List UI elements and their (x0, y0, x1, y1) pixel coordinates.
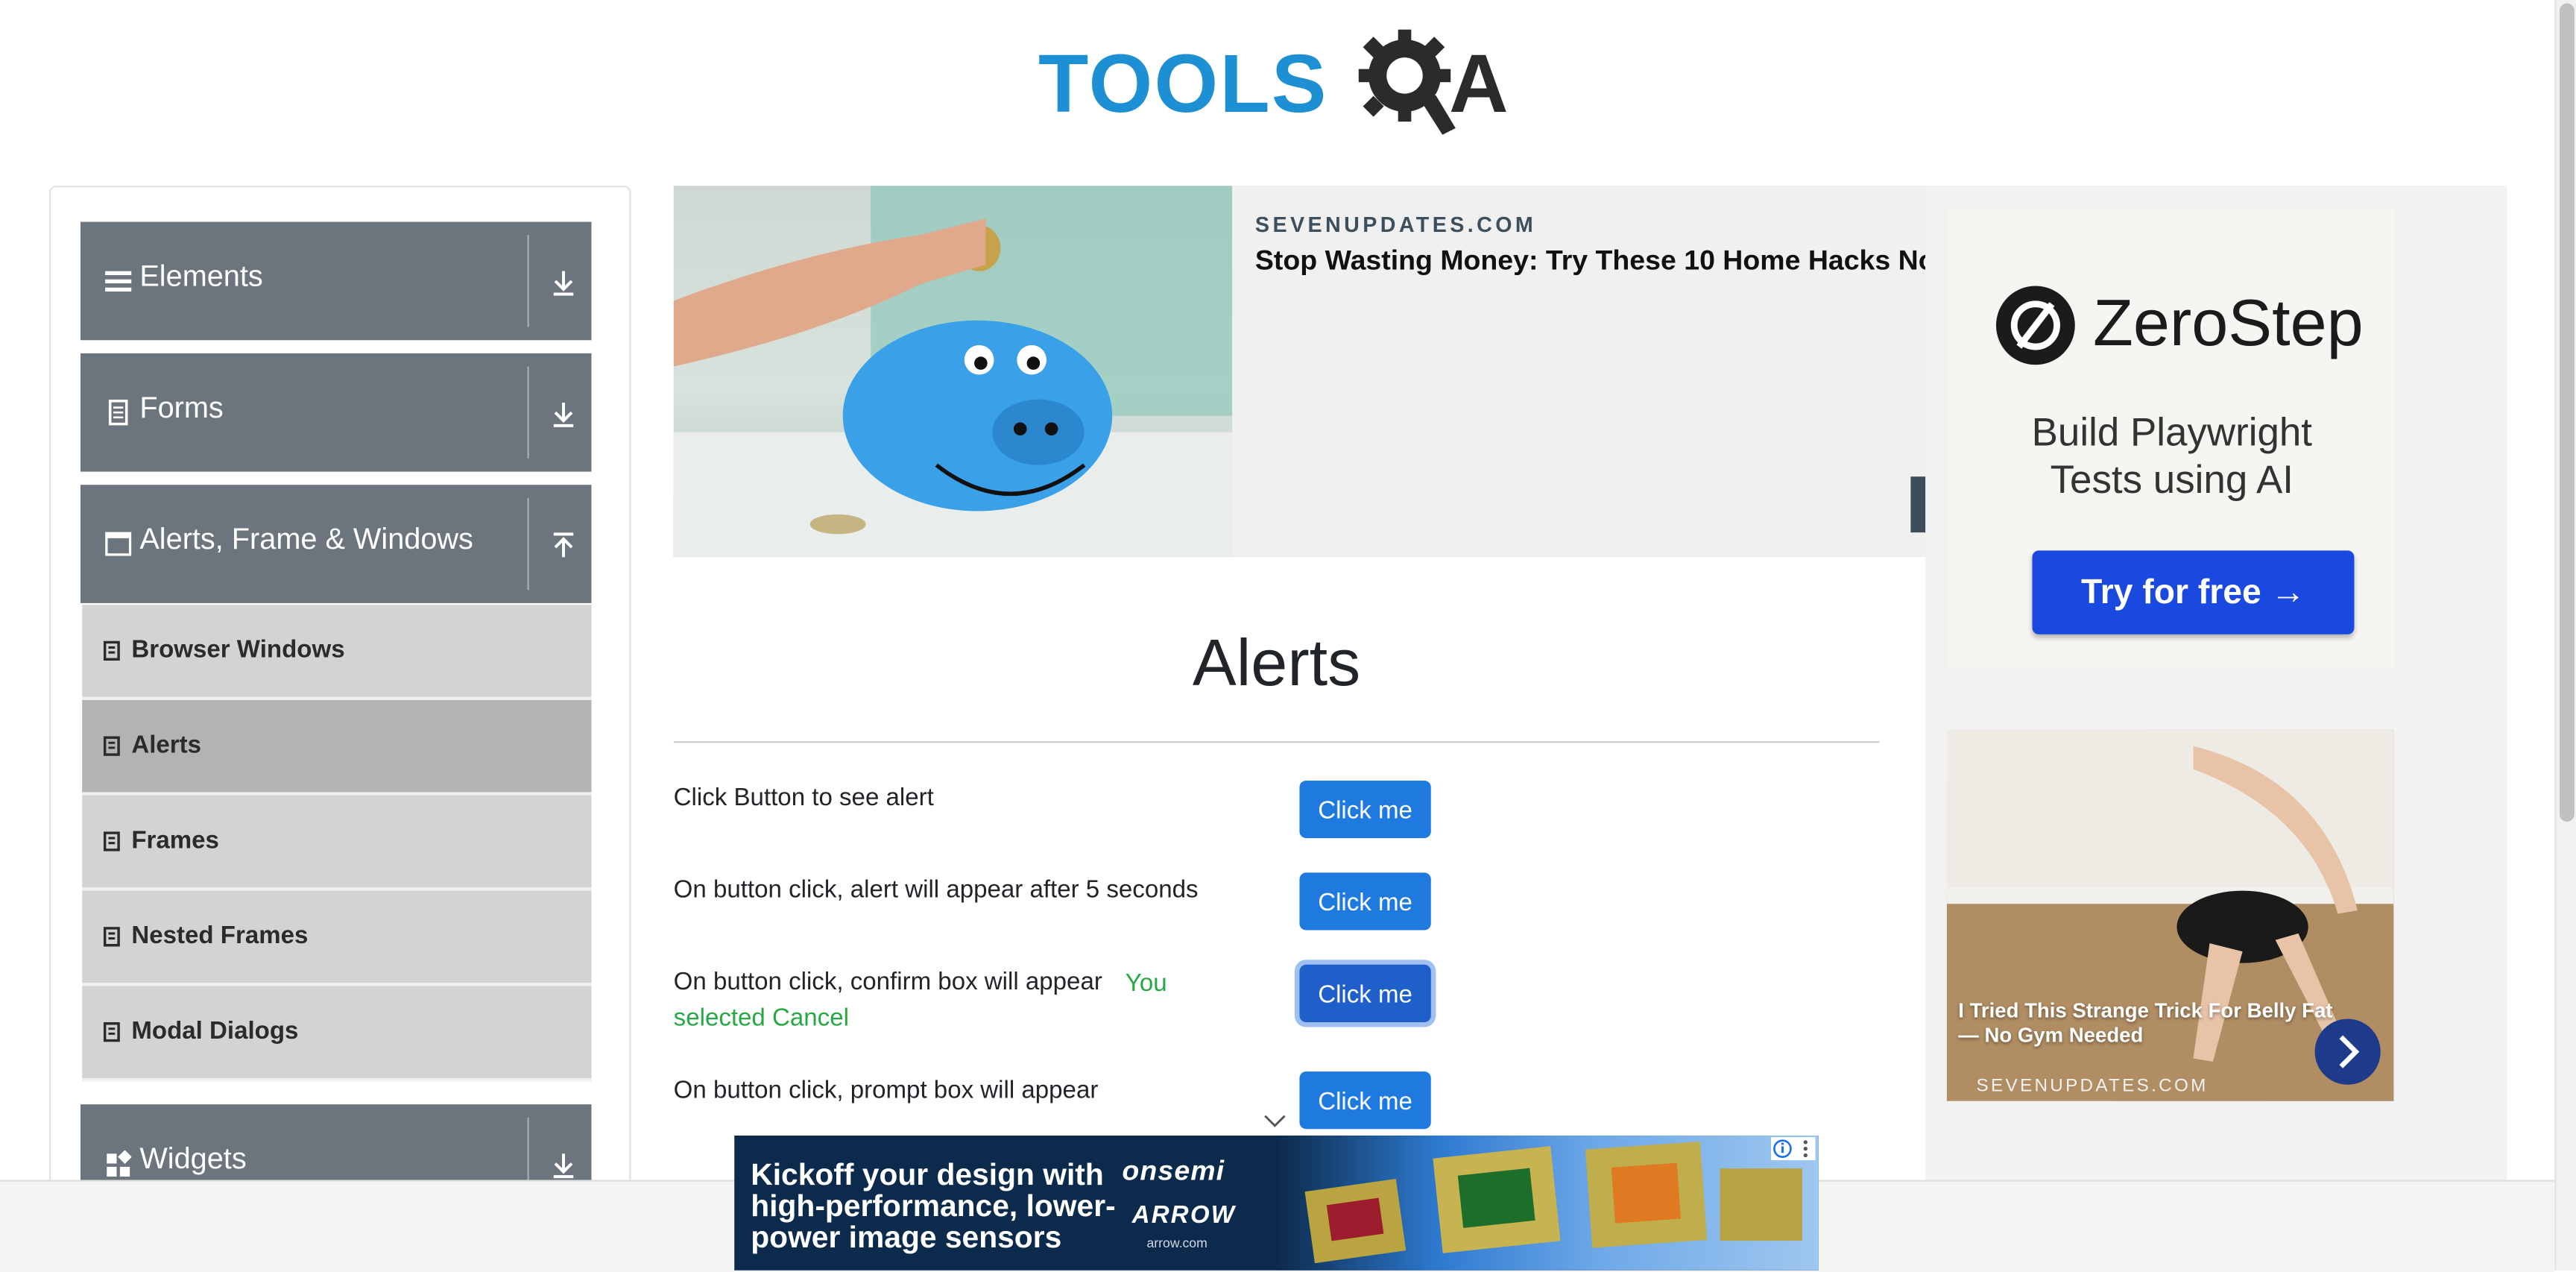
tagline-line: Tests using AI (2050, 458, 2294, 503)
chevron-right-icon (2339, 1035, 2360, 1068)
ad-domain: SEVENUPDATES.COM (1254, 212, 1537, 237)
sidebar-item-frames[interactable]: Frames (82, 795, 592, 891)
arrow-domain: arrow.com (1146, 1235, 1208, 1251)
toolsqa-logo[interactable]: TOOLS A (1038, 19, 1521, 138)
sidebar-group-label: Forms (139, 391, 224, 424)
sidebar-group-forms[interactable]: Forms (80, 353, 592, 472)
ad-title: I Tried This Strange Trick For Belly Fat… (1958, 999, 2333, 1048)
window-icon (105, 532, 132, 556)
page-title: Alerts (1192, 627, 1361, 700)
belly-fat-ad[interactable]: I Tried This Strange Trick For Belly Fat… (1946, 729, 2394, 1101)
zerostep-tagline: Build Playwright Tests using AI (1948, 409, 2396, 505)
zerostep-logo-icon (1995, 286, 2075, 365)
page-scrollbar[interactable] (2554, 0, 2576, 1271)
confirm-result-text-continued: selected Cancel (673, 1004, 849, 1033)
ad-image-sensors (1276, 1136, 1819, 1271)
title-divider (673, 741, 1880, 743)
list-item-icon (103, 640, 120, 661)
tagline-line: Build Playwright (2031, 411, 2312, 456)
timer-alert-row-label: On button click, alert will appear after… (673, 875, 1199, 904)
collapse-arrow-icon[interactable] (550, 531, 576, 561)
bottom-advertisement[interactable]: Kickoff your design with high-performanc… (734, 1136, 1819, 1271)
next-arrow-button[interactable] (2314, 1018, 2381, 1085)
sidebar-group-label: Elements (139, 259, 263, 293)
right-advertisement: ZeroStep Build Playwright Tests using AI… (1925, 186, 2507, 1238)
expand-arrow-icon[interactable] (550, 1150, 576, 1180)
sidebar-item-label: Modal Dialogs (131, 1017, 299, 1045)
sidebar-group-label: Widgets (139, 1142, 247, 1175)
sidebar-item-alerts[interactable]: Alerts (82, 699, 592, 796)
list-item-icon (103, 831, 120, 851)
onsemi-logo: onsemi (1122, 1155, 1225, 1187)
timer-alert-button[interactable]: Click me (1299, 872, 1431, 931)
sidebar-group-elements[interactable]: Elements (80, 221, 592, 341)
arrow-logo: ARROW (1131, 1201, 1237, 1230)
zerostep-ad-card[interactable]: ZeroStep Build Playwright Tests using AI… (1948, 208, 2396, 670)
alert-button[interactable]: Click me (1299, 780, 1431, 839)
prompt-row-label: On button click, prompt box will appear (673, 1076, 1099, 1105)
grid-icon (107, 1150, 132, 1177)
hamburger-icon (105, 271, 132, 292)
sidebar-item-label: Alerts (131, 731, 202, 760)
sidebar-item-label: Frames (131, 826, 219, 855)
sidebar-item-label: Nested Frames (131, 922, 309, 950)
list-item-icon (103, 736, 120, 756)
info-icon (1773, 1139, 1808, 1159)
confirm-button[interactable]: Click me (1299, 964, 1431, 1022)
scrollbar-thumb[interactable] (2559, 3, 2575, 822)
piggy-bank-illustration (673, 186, 1233, 558)
document-icon (108, 400, 128, 426)
expand-arrow-icon[interactable] (550, 400, 576, 429)
adchoices-icon[interactable] (1771, 1137, 1816, 1161)
ad-copy: Kickoff your design with high-performanc… (751, 1156, 1116, 1254)
ad-image-piggy-bank (673, 186, 1233, 558)
sidebar-item-label: Browser Windows (131, 635, 345, 664)
divider (527, 366, 529, 459)
chip-illustration (1304, 1142, 1802, 1264)
ad-headline[interactable]: Stop Wasting Money: Try These 10 Home Ha… (1255, 245, 1925, 277)
sidebar-item-nested-frames[interactable]: Nested Frames (82, 890, 592, 986)
sidebar-item-modal-dialogs[interactable]: Modal Dialogs (82, 986, 592, 1082)
divider (527, 235, 529, 327)
logo-word: TOOLS (1038, 37, 1328, 130)
sidebar-group-label: Alerts, Frame & Windows (139, 522, 473, 555)
divider (527, 497, 529, 591)
ad-domain: SEVENUPDATES.COM (1976, 1076, 2209, 1097)
prompt-button[interactable]: Click me (1299, 1071, 1431, 1130)
sidebar-item-browser-windows[interactable]: Browser Windows (82, 605, 592, 700)
logo-gear-q-icon (1358, 29, 1456, 135)
list-item-icon (103, 927, 120, 947)
try-for-free-button[interactable]: Try for free → (2032, 550, 2355, 635)
ad-cta-button[interactable] (1910, 476, 1926, 533)
alert-row-label: Click Button to see alert (673, 784, 934, 812)
logo-a: A (1449, 37, 1510, 130)
top-advertisement[interactable]: SEVENUPDATES.COM Stop Wasting Money: Try… (673, 186, 1926, 558)
confirm-result-text: You (1125, 969, 1167, 998)
chevron-down-icon[interactable] (1263, 1112, 1287, 1129)
confirm-row-label: On button click, confirm box will appear (673, 968, 1102, 996)
list-item-icon (103, 1021, 120, 1042)
zerostep-brand: ZeroStep (2093, 287, 2364, 360)
expand-arrow-icon[interactable] (550, 268, 576, 297)
sidebar-group-alerts-frame-windows[interactable]: Alerts, Frame & Windows (80, 485, 592, 603)
